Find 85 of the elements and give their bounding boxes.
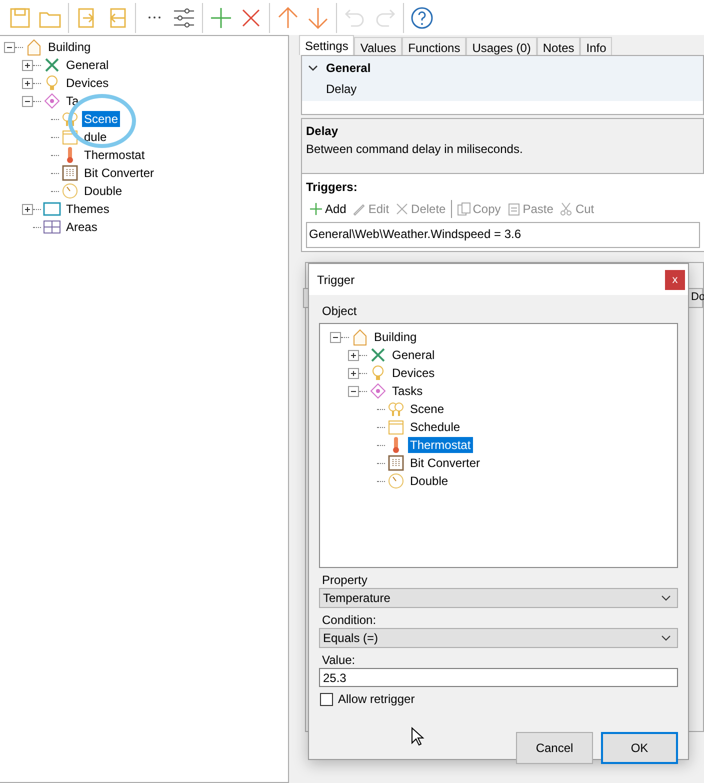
tree-item[interactable]: Devices [64, 75, 111, 91]
dialog-button[interactable]: Cancel [516, 732, 593, 764]
dialog-button[interactable]: OK [601, 732, 678, 764]
tree-item[interactable]: Double [408, 473, 450, 489]
tab[interactable]: Values [354, 37, 402, 55]
trigger-item[interactable]: General\Web\Weather.Windspeed = 3.6 [309, 225, 697, 243]
triggers-label: Triggers: [306, 179, 358, 196]
cross-icon [395, 202, 410, 216]
collapse-icon[interactable] [22, 96, 33, 106]
object-tree[interactable]: Building General Devices Tasks Scene Schedule Thermostat Bit Converter Double [319, 323, 678, 568]
expand-icon[interactable] [22, 204, 33, 214]
scissors-icon [559, 202, 574, 216]
description-text: Between command delay in miliseconds. [306, 141, 524, 158]
expand-icon[interactable] [22, 78, 33, 88]
collapse-icon[interactable] [4, 42, 15, 52]
calendar-icon [387, 418, 405, 436]
tree-item[interactable]: Building [372, 329, 419, 345]
pencil-icon [352, 202, 366, 216]
house-icon [351, 328, 369, 346]
allow-retrigger-checkbox[interactable] [320, 692, 333, 706]
tree-item[interactable]: General [390, 347, 437, 363]
add-button[interactable]: Add [306, 200, 350, 218]
expand-icon[interactable] [348, 368, 359, 378]
tab[interactable]: Functions [402, 37, 466, 55]
clock-icon [61, 182, 79, 200]
tree-item[interactable]: Double [82, 183, 124, 199]
tree-item[interactable]: General [64, 57, 111, 73]
grid-icon [387, 454, 405, 472]
diamond-network-icon [369, 382, 387, 400]
property-label: Property [321, 572, 368, 588]
close-button[interactable]: x [665, 270, 685, 290]
category-label: General [326, 60, 371, 77]
down-arrow-icon [306, 6, 330, 30]
value-label: Value: [321, 652, 356, 668]
condition-dropdown[interactable]: Equals (=) [319, 628, 678, 648]
highlight-circle [68, 94, 136, 148]
mouse-cursor-icon [411, 727, 425, 747]
tree-item[interactable]: Thermostat [82, 147, 147, 163]
object-label: Object [321, 303, 358, 319]
tree-item[interactable]: Tasks [390, 383, 425, 399]
plus-icon [309, 202, 323, 216]
tree-item[interactable]: Building [46, 39, 93, 55]
dialog-title: Trigger [317, 272, 355, 288]
more-icon [148, 16, 160, 19]
chevron-icon[interactable] [308, 64, 318, 72]
description-title: Delay [306, 123, 340, 140]
checkbox-label: Allow retrigger [338, 691, 415, 708]
tree-item[interactable]: Bit Converter [82, 165, 156, 181]
clipboard-icon [506, 202, 521, 216]
tab[interactable]: Settings [299, 35, 354, 55]
plus-icon [209, 6, 233, 30]
save-icon [8, 6, 32, 30]
condition-label: Condition: [321, 612, 378, 628]
tree-item[interactable]: Thermostat [408, 437, 473, 453]
tab[interactable]: Usages (0) [466, 37, 537, 55]
help-icon [410, 6, 434, 30]
collapse-icon[interactable] [330, 332, 341, 342]
tree-item[interactable]: Schedule [408, 419, 462, 435]
value-field[interactable]: 25.3 [319, 668, 678, 687]
clock-icon [387, 472, 405, 490]
tree-item[interactable]: Scene [408, 401, 446, 417]
copy-icon [456, 202, 471, 216]
triggers-list[interactable]: General\Web\Weather.Windspeed = 3.6 [306, 222, 700, 248]
property-dropdown[interactable]: Temperature [319, 588, 678, 608]
tab[interactable]: Notes [536, 37, 580, 55]
up-arrow-icon [276, 6, 300, 30]
expand-icon[interactable] [348, 350, 359, 360]
bulbs-icon [61, 110, 79, 128]
diamond-network-icon [43, 92, 61, 110]
property-row[interactable]: Delay [302, 80, 703, 101]
collapse-icon[interactable] [348, 386, 359, 396]
floor-plan-icon [43, 218, 61, 236]
tree-item[interactable]: Scene [82, 111, 120, 127]
tree-item[interactable]: Themes [64, 201, 112, 217]
sliders-icon [172, 6, 196, 30]
expand-icon[interactable] [22, 60, 33, 70]
monitor-icon [43, 200, 61, 218]
house-icon [25, 38, 43, 56]
tree-item[interactable]: Areas [64, 219, 100, 235]
tab[interactable]: Info [580, 37, 612, 55]
grid-icon [61, 164, 79, 182]
tree-item[interactable]: Devices [390, 365, 437, 381]
tree-item[interactable]: Bit Converter [408, 455, 482, 471]
bulbs-icon [387, 400, 405, 418]
tree-item[interactable]: dule [82, 129, 109, 145]
